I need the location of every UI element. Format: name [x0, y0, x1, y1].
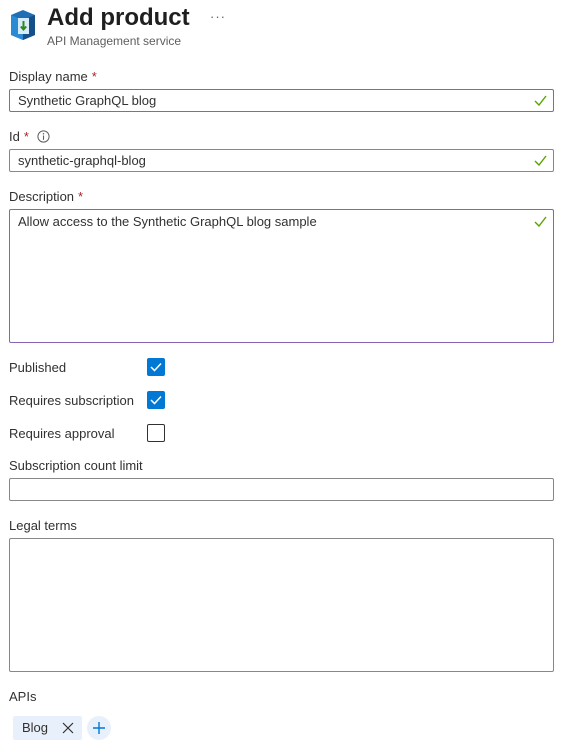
info-icon[interactable]	[37, 130, 50, 143]
api-tag-label: Blog	[22, 720, 49, 735]
page-subtitle: API Management service	[47, 34, 182, 48]
id-label: Id *	[9, 129, 50, 144]
legal-terms-textarea[interactable]	[9, 538, 554, 672]
close-icon[interactable]	[61, 721, 75, 735]
more-options-button[interactable]: ···	[208, 6, 228, 26]
description-textarea[interactable]: Allow access to the Synthetic GraphQL bl…	[9, 209, 554, 343]
plus-icon	[93, 722, 105, 734]
display-name-input[interactable]: Synthetic GraphQL blog	[9, 89, 554, 112]
checkmark-icon	[150, 395, 162, 405]
id-value: synthetic-graphql-blog	[18, 153, 146, 168]
required-marker: *	[91, 69, 97, 84]
published-checkbox[interactable]	[147, 358, 165, 376]
api-management-service-icon	[8, 9, 38, 41]
legal-terms-label: Legal terms	[9, 518, 77, 533]
valid-check-icon	[534, 155, 547, 166]
id-input[interactable]: synthetic-graphql-blog	[9, 149, 554, 172]
valid-check-icon	[534, 95, 547, 106]
description-label: Description *	[9, 189, 83, 204]
apis-label: APIs	[9, 689, 37, 704]
description-label-text: Description	[9, 189, 75, 204]
checkmark-icon	[150, 362, 162, 372]
add-api-button[interactable]	[87, 716, 111, 740]
description-value: Allow access to the Synthetic GraphQL bl…	[18, 214, 317, 229]
requires-subscription-checkbox[interactable]	[147, 391, 165, 409]
required-marker: *	[23, 129, 29, 144]
page-title: Add product	[47, 4, 190, 31]
requires-approval-label: Requires approval	[9, 426, 115, 441]
display-name-value: Synthetic GraphQL blog	[18, 93, 157, 108]
subscription-count-limit-input[interactable]	[9, 478, 554, 501]
api-tag-blog: Blog	[13, 716, 82, 740]
id-label-text: Id	[9, 129, 20, 144]
published-label: Published	[9, 360, 67, 375]
display-name-label-text: Display name	[9, 69, 88, 84]
display-name-label: Display name *	[9, 69, 97, 84]
requires-approval-checkbox[interactable]	[147, 424, 165, 442]
requires-subscription-label: Requires subscription	[9, 393, 135, 408]
subscription-count-limit-label: Subscription count limit	[9, 458, 143, 473]
valid-check-icon	[534, 216, 547, 227]
required-marker: *	[78, 189, 84, 204]
